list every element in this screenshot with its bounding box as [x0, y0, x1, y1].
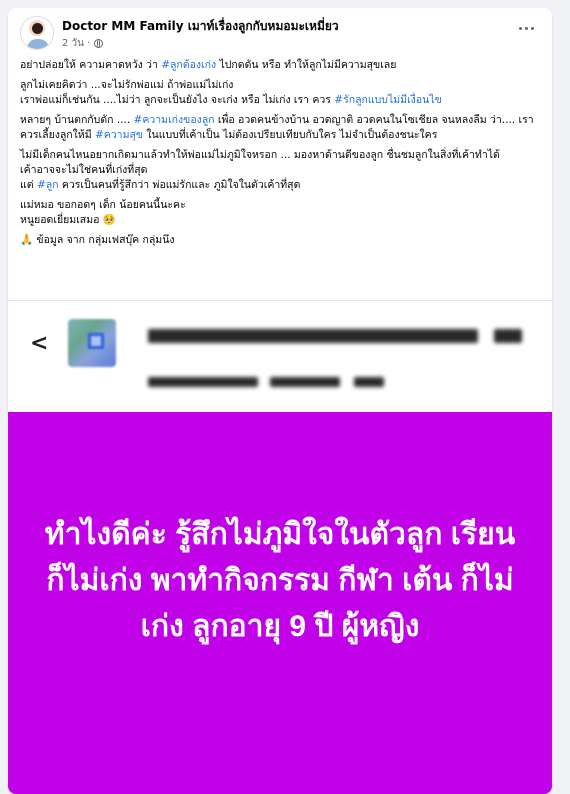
text-segment: ในแบบที่เค้าเป็น ไม่ต้องเปรียบเทียบกับใค…	[143, 129, 438, 141]
text-segment: 🙏 ข้อมูล จาก กลุ่มเฟสบุ๊ค กลุ่มนึง	[20, 234, 175, 246]
text-segment: ไม่มีเด็กคนไหนอยากเกิดมาแล้วทำให้พ่อแม่ไ…	[20, 149, 500, 161]
hashtag-link[interactable]: #ความเก่งของลูก	[134, 114, 215, 126]
post-card: Doctor MM Family เมาท์เรื่องลูกกับหมอมะเ…	[8, 8, 552, 794]
text-segment: ไปกดดัน หรือ ทำให้ลูกไม่มีความสุขเลย	[216, 59, 397, 71]
post-meta: 2 วัน ·	[62, 36, 104, 51]
post-paragraph: แม่หมอ ขอกอดๆ เด็ก น้อยคนนี้นะคะ หนูยอดเ…	[20, 198, 538, 228]
globe-icon	[94, 39, 104, 48]
redacted-text	[148, 377, 258, 387]
text-segment: ลูกไม่เคยคิดว่า ...จะไม่รักพ่อแม่ ถ้าพ่อ…	[20, 79, 234, 91]
redacted-text	[354, 377, 384, 387]
redacted-text	[270, 377, 340, 387]
text-segment: อย่าปล่อยให้ ความคาดหวัง ว่า	[20, 59, 162, 71]
post-header: Doctor MM Family เมาท์เรื่องลูกกับหมอมะเ…	[20, 16, 540, 56]
page-avatar[interactable]	[20, 16, 54, 50]
post-text: อย่าปล่อยให้ ความคาดหวัง ว่า #ลูกต้องเก่…	[20, 58, 538, 253]
hashtag-link[interactable]: #ลูกต้องเก่ง	[161, 59, 216, 71]
post-image[interactable]: ทำไงดีค่ะ รู้สึกไม่ภูมิใจในตัวลูก เรียนก…	[8, 412, 552, 794]
post-time[interactable]: 2 วัน ·	[62, 36, 90, 51]
text-segment: แต่	[20, 179, 37, 191]
back-arrow-icon: <	[30, 331, 49, 356]
hashtag-link[interactable]: #ความสุข	[95, 129, 143, 141]
post-paragraph: ลูกไม่เคยคิดว่า ...จะไม่รักพ่อแม่ ถ้าพ่อ…	[20, 78, 538, 108]
shared-post-header[interactable]: <	[8, 300, 552, 413]
post-paragraph: ไม่มีเด็กคนไหนอยากเกิดมาแล้วทำให้พ่อแม่ไ…	[20, 148, 538, 193]
text-segment: ควรเป็นคนที่รู้สึกว่า พ่อแม่รักและ ภูมิใ…	[58, 179, 301, 191]
post-paragraph: หลายๆ บ้านตกกับดัก .... #ความเก่งของลูก …	[20, 113, 538, 143]
redacted-text	[494, 329, 522, 343]
text-segment: เราพ่อแม่ก็เช่นกัน ....ไม่ว่า ลูกจะเป็นย…	[20, 94, 335, 106]
more-options-icon[interactable]	[516, 22, 536, 34]
hashtag-link[interactable]: #ลูก	[37, 179, 59, 191]
post-paragraph: 🙏 ข้อมูล จาก กลุ่มเฟสบุ๊ค กลุ่มนึง	[20, 233, 538, 248]
hashtag-link[interactable]: #รักลูกแบบไม่มีเงื่อนไข	[334, 94, 441, 106]
text-segment: หนูยอดเยี่ยมเสมอ 🥺	[20, 214, 116, 226]
page-name[interactable]: Doctor MM Family เมาท์เรื่องลูกกับหมอมะเ…	[62, 17, 339, 36]
image-caption: ทำไงดีค่ะ รู้สึกไม่ภูมิใจในตัวลูก เรียนก…	[44, 518, 516, 643]
redacted-text	[148, 329, 478, 343]
blurred-avatar	[68, 319, 116, 367]
text-segment: แม่หมอ ขอกอดๆ เด็ก น้อยคนนี้นะคะ	[20, 199, 186, 211]
post-paragraph: อย่าปล่อยให้ ความคาดหวัง ว่า #ลูกต้องเก่…	[20, 58, 538, 73]
text-segment: เค้าอาจจะไม่ใช่คนที่เก่งที่สุด	[20, 164, 148, 176]
text-segment: หลายๆ บ้านตกกับดัก ....	[20, 114, 134, 126]
